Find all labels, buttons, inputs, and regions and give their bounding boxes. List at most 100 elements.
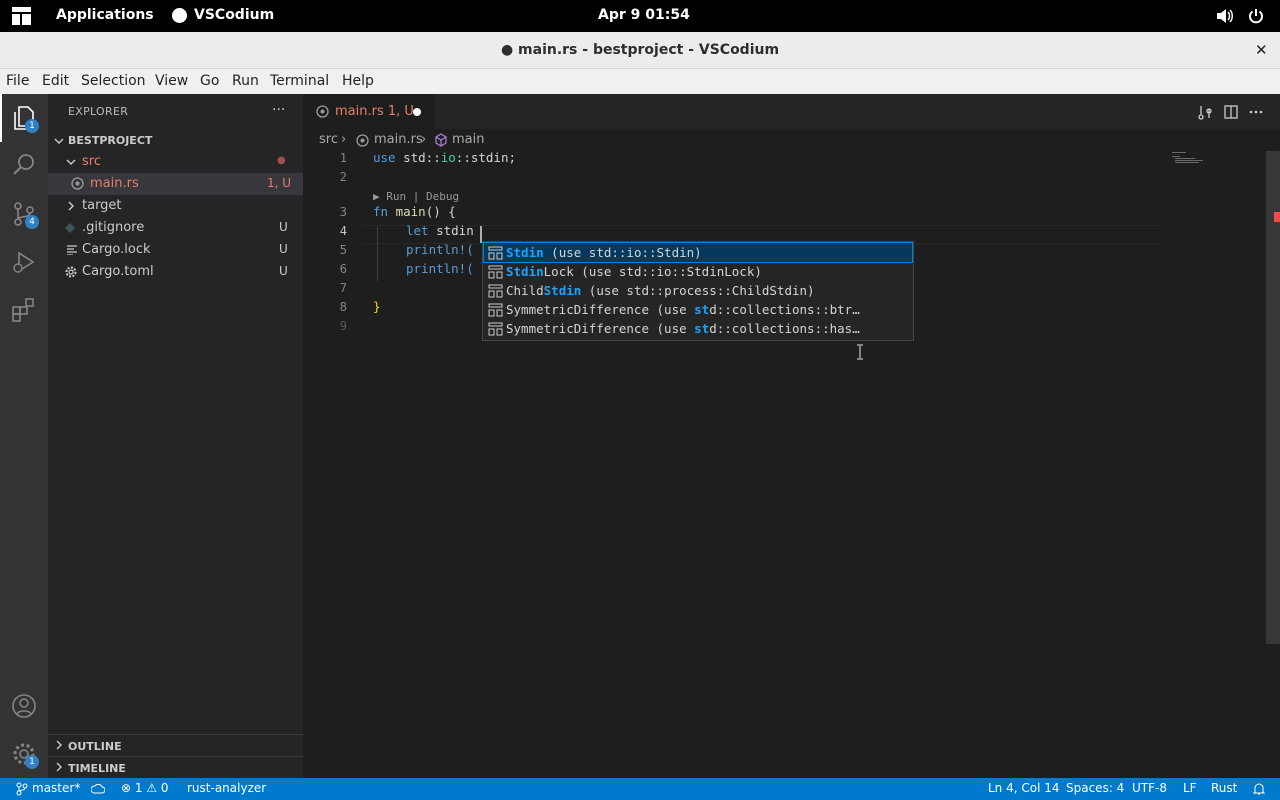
menu-run[interactable]: Run [232,73,259,89]
window-title: ● main.rs - bestproject - VSCodium [500,42,780,58]
volume-icon[interactable] [1216,8,1234,24]
account-icon[interactable] [10,692,38,720]
suggestion-match: Stdin [506,264,544,279]
suggestion-item[interactable]: SymmetricDifference (use std::collection… [484,300,912,319]
tree-item-cargo-lock[interactable]: Cargo.lock U [48,239,303,261]
suggestion-match: Stdin [506,245,544,260]
rust-file-icon [316,105,329,118]
split-editor-icon[interactable] [1223,104,1239,120]
outline-section-header[interactable]: OUTLINE [48,734,303,756]
struct-icon [488,246,503,260]
vscodium-icon [172,8,187,23]
chevron-right-icon: › [341,132,347,147]
line-number: 7 [339,281,347,295]
sync-cloud-icon[interactable] [91,783,105,795]
line-number: 3 [339,205,347,219]
suggestion-match: st [694,302,710,317]
vertical-scrollbar[interactable] [1266,151,1280,644]
breadcrumb: src › main.rs › main [303,129,1280,151]
run-debug-icon[interactable] [10,248,38,276]
line-number: 5 [339,243,347,257]
config-gear-icon [65,266,77,278]
more-actions-button[interactable]: ··· [272,102,285,118]
applications-menu[interactable]: Applications [56,7,154,23]
language-mode[interactable]: Rust [1211,781,1237,795]
problems-indicator[interactable]: ⊗ 1 ⚠ 0 [121,781,169,795]
unsaved-dot[interactable] [413,108,421,116]
menu-view[interactable]: View [155,73,188,89]
autocomplete-widget: Stdin (use std::io::Stdin) StdinLock (us… [482,241,914,341]
code-line-8: } [373,299,381,314]
git-branch-icon [16,782,28,796]
line-number: 1 [339,151,347,165]
menu-go[interactable]: Go [200,73,219,89]
tree-item-main-rs[interactable]: main.rs 1, U [48,173,303,195]
suggestion-rest: Lock (use std::io::StdinLock) [543,264,762,279]
active-app-label[interactable]: VSCodium [194,7,274,23]
more-actions-icon[interactable] [1248,104,1264,120]
project-section-header[interactable]: BESTPROJECT [48,131,303,151]
line-number: 8 [339,300,347,314]
language-server-status[interactable]: rust-analyzer [187,781,266,795]
code-line-3: fn main() { [373,204,456,219]
encoding[interactable]: UTF-8 [1132,781,1167,795]
chevron-down-icon [54,138,64,144]
line-number: 6 [339,262,347,276]
function-name: main [388,204,426,219]
extensions-icon[interactable] [10,296,38,324]
code-text: ::stdin; [455,150,517,165]
timeline-section-header[interactable]: TIMELINE [48,756,303,778]
indentation[interactable]: Spaces: 4 [1066,781,1124,795]
file-status: U [279,242,288,256]
menu-terminal[interactable]: Terminal [270,73,329,89]
minimap[interactable] [1170,151,1210,171]
suggestion-item[interactable]: SymmetricDifference (use std::collection… [484,319,912,338]
codelens-run-debug[interactable]: ▶ Run | Debug [373,190,459,203]
tree-item-src[interactable]: src ● [48,151,303,173]
function-cube-icon [435,133,447,147]
breadcrumb-folder[interactable]: src [319,132,338,147]
cursor-position[interactable]: Ln 4, Col 14 [988,781,1060,795]
struct-icon [488,265,503,279]
file-status: U [279,220,288,234]
tree-item-label: .gitignore [82,220,145,235]
line-number: 2 [339,170,347,184]
open-changes-icon[interactable] [1197,104,1213,120]
line-number: 9 [339,319,347,333]
rust-file-icon [356,134,369,147]
explorer-sidebar: EXPLORER ··· BESTPROJECT src ● main.rs 1… [48,94,303,778]
search-icon[interactable] [10,151,38,179]
clock[interactable]: Apr 9 01:54 [598,7,690,23]
branch-name[interactable]: master* [32,781,80,795]
code-line-5: println!( [406,242,474,257]
tree-item-gitignore[interactable]: .gitignore U [48,217,303,239]
suggestion-item[interactable]: StdinLock (use std::io::StdinLock) [484,262,912,281]
modified-dot: ● [277,155,286,166]
indent-guide [377,227,378,281]
power-icon[interactable] [1248,8,1264,24]
menu-selection[interactable]: Selection [81,73,146,89]
end-of-line[interactable]: LF [1183,781,1197,795]
tree-item-target[interactable]: target [48,195,303,217]
menu-help[interactable]: Help [342,73,374,89]
sidebar-title: EXPLORER [68,105,129,118]
outline-label: OUTLINE [68,740,122,753]
applications-icon[interactable] [12,7,31,25]
suggestion-item[interactable]: ChildStdin (use std::process::ChildStdin… [484,281,912,300]
notifications-bell-icon[interactable] [1252,782,1266,796]
tab-main-rs[interactable]: main.rs 1, U [303,94,435,129]
chevron-right-icon [56,740,62,750]
menu-edit[interactable]: Edit [42,73,69,89]
chevron-right-icon: › [421,132,427,147]
tree-item-cargo-toml[interactable]: Cargo.toml U [48,261,303,283]
breadcrumb-symbol[interactable]: main [452,132,484,147]
project-name: BESTPROJECT [68,134,153,147]
breadcrumb-file[interactable]: main.rs [374,132,423,147]
code-text: () { [425,204,456,219]
window-titlebar: ● main.rs - bestproject - VSCodium ✕ [0,32,1280,69]
tree-item-label: src [82,154,101,169]
suggestion-item[interactable]: Stdin (use std::io::Stdin) [483,242,913,263]
suggestion-rest: (use std::io::Stdin) [543,245,702,260]
menu-file[interactable]: File [6,73,29,89]
window-close-button[interactable]: ✕ [1255,41,1268,59]
